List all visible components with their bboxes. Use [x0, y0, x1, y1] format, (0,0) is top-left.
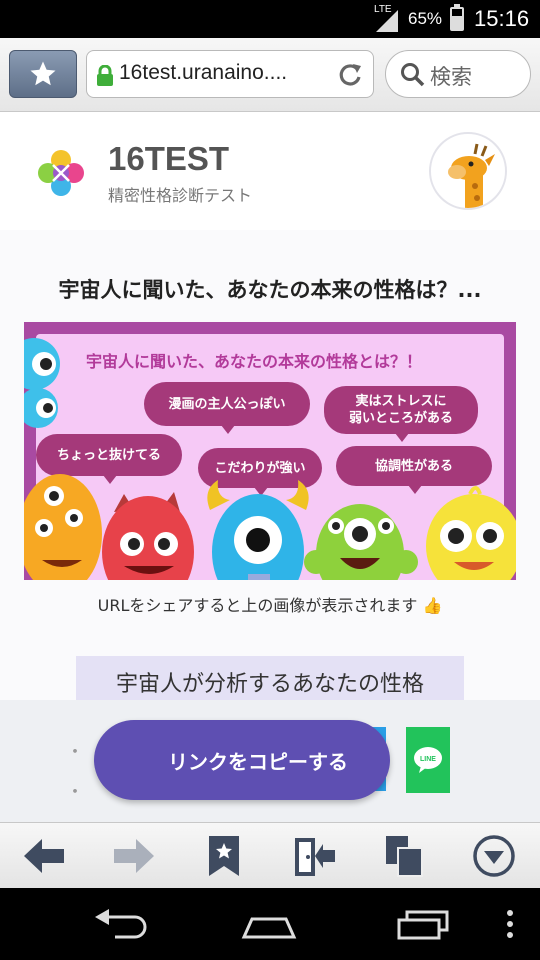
reload-icon[interactable]	[335, 60, 365, 90]
article: 宇宙人に聞いた、あなたの本来の性格は？... 宇宙人に聞いた、あなたの本来の性格…	[0, 230, 540, 708]
result-banner-image[interactable]: 宇宙人に聞いた、あなたの本来の性格とは？！ 漫画の主人公っぽい 実はストレスに …	[24, 322, 516, 580]
bookmark-icon	[209, 836, 239, 876]
line-share-button[interactable]: LINE	[406, 727, 450, 793]
back-arrow-icon	[24, 839, 64, 873]
exit-button[interactable]	[284, 833, 344, 879]
nav-home-button[interactable]	[234, 902, 304, 946]
search-placeholder: 検索	[430, 65, 472, 89]
url-bar[interactable]: 16test.uranaino....	[86, 50, 374, 98]
android-nav-bar	[0, 888, 540, 960]
brand-tagline: 精密性格診断テスト	[108, 186, 253, 205]
android-back-icon	[95, 909, 147, 939]
copy-link-button[interactable]: リンクをコピーする	[94, 720, 390, 800]
tabs-button[interactable]	[374, 833, 434, 879]
thumbs-up-icon: 👍	[422, 596, 443, 615]
android-overflow-icon	[507, 910, 513, 938]
tabs-icon	[386, 836, 423, 877]
line-icon: LINE	[414, 747, 442, 773]
status-bar: LTE 65% 15:16	[0, 0, 540, 38]
back-button[interactable]	[14, 833, 74, 879]
search-bar[interactable]: 検索	[385, 50, 531, 98]
menu-button[interactable]	[464, 833, 524, 879]
clock: 15:16	[474, 6, 530, 31]
svg-text:LINE: LINE	[420, 756, 436, 763]
bookmarks-button[interactable]	[194, 833, 254, 879]
brand-name[interactable]: 16TEST	[108, 140, 229, 178]
site-logo-icon[interactable]	[36, 148, 86, 198]
giraffe-avatar-icon	[448, 143, 495, 208]
share-note: URLをシェアすると上の画像が表示されます 👍	[97, 596, 443, 615]
article-title: 宇宙人に聞いた、あなたの本来の性格は？...	[58, 278, 482, 302]
url-text: 16test.uranaino....	[119, 61, 288, 84]
android-home-icon	[241, 917, 297, 939]
browser-bottom-bar	[0, 822, 540, 888]
browser-toolbar: 16test.uranaino.... 検索	[0, 38, 540, 112]
signal-icon	[376, 10, 398, 32]
nav-back-button[interactable]	[84, 902, 154, 946]
list-item: ・	[66, 742, 84, 763]
monster-illustrations	[24, 338, 516, 580]
nav-recents-button[interactable]	[388, 902, 458, 946]
bookmark-star-button[interactable]	[9, 50, 77, 98]
star-icon	[30, 61, 56, 86]
site-header: 16TEST 精密性格診断テスト	[0, 112, 540, 230]
share-area: ・ ・ ・ LINE リンクをコピーする	[0, 700, 540, 837]
android-recents-icon	[397, 910, 449, 940]
battery-percentage: 65%	[408, 9, 443, 28]
menu-down-icon	[473, 835, 515, 877]
battery-icon	[450, 4, 464, 31]
avatar[interactable]	[429, 132, 507, 210]
list-item: ・	[66, 782, 84, 803]
forward-button[interactable]	[104, 833, 164, 879]
lock-icon	[97, 65, 113, 86]
nav-overflow-button[interactable]	[488, 902, 532, 946]
search-icon	[401, 63, 425, 87]
exit-icon	[295, 838, 335, 876]
forward-arrow-icon	[114, 839, 154, 873]
